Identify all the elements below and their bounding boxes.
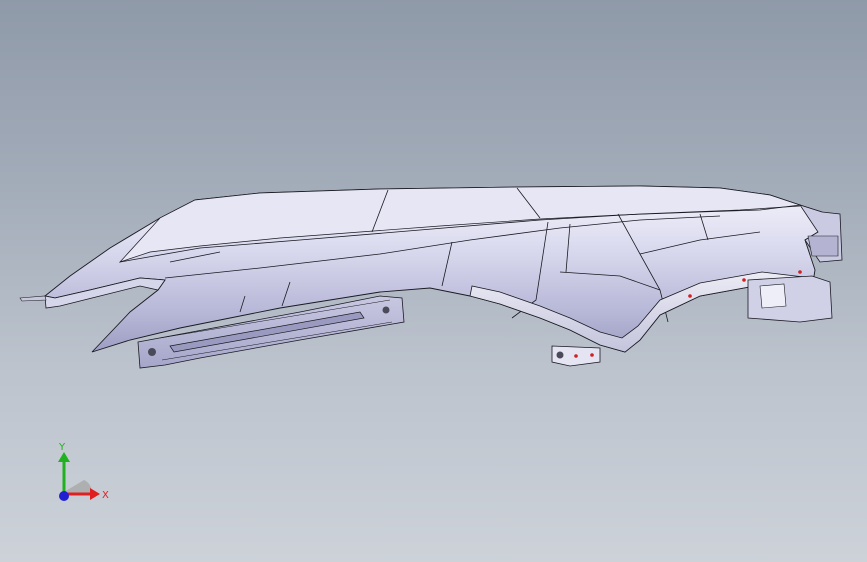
y-axis-head	[58, 452, 70, 462]
sill-hole-left	[148, 348, 156, 356]
rear-housing-inner	[807, 235, 839, 257]
y-axis-label: Y	[58, 442, 66, 453]
rear-bracket[interactable]	[747, 275, 833, 323]
rear-bracket-window	[759, 283, 787, 309]
arch-mount-hole	[556, 351, 564, 359]
triad-plane-indicator	[64, 480, 93, 494]
x-axis-head	[90, 488, 100, 500]
orientation-triad[interactable]: Y X	[40, 436, 120, 516]
sill-hole-right	[382, 306, 390, 314]
z-axis-dot	[59, 491, 69, 501]
fender-3d-model[interactable]	[0, 0, 867, 562]
x-axis-label: X	[102, 490, 109, 501]
front-tip	[19, 295, 47, 302]
graphics-viewport[interactable]: Y X	[0, 0, 867, 562]
